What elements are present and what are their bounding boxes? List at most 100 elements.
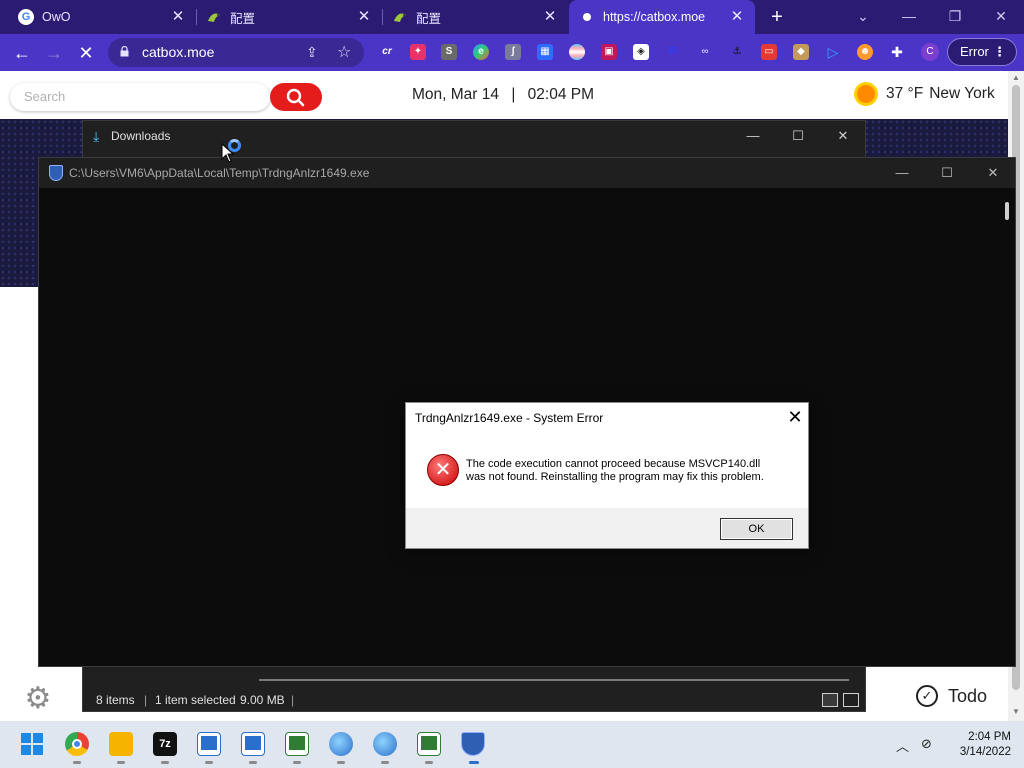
- dialog-close-button[interactable]: ✕: [785, 407, 805, 427]
- tab-catbox[interactable]: https://catbox.moe ✕: [569, 0, 755, 34]
- console-title: C:\Users\VM6\AppData\Local\Temp\TrdngAnl…: [69, 166, 370, 180]
- temperature-text: 37 °F: [886, 85, 924, 102]
- dialog-title: TrdngAnlzr1649.exe - System Error: [415, 411, 604, 425]
- extension-c-icon[interactable]: ◈: [633, 44, 649, 60]
- shield-icon[interactable]: [461, 732, 485, 756]
- status-size: 9.00 MB: [240, 693, 285, 707]
- running-indicator: [205, 761, 213, 764]
- explorer-titlebar[interactable]: ⤓ Downloads — ☐ ✕: [83, 121, 865, 151]
- console-titlebar[interactable]: C:\Users\VM6\AppData\Local\Temp\TrdngAnl…: [39, 158, 1015, 188]
- tab-search-chevron-icon[interactable]: ⌄: [851, 6, 875, 26]
- scroll-up-icon[interactable]: ▲: [1012, 73, 1020, 82]
- status-divider: |: [291, 693, 295, 707]
- app-window-icon[interactable]: [241, 732, 265, 756]
- ok-button[interactable]: OK: [720, 518, 793, 540]
- app-window-icon[interactable]: [417, 732, 441, 756]
- extension-image-icon[interactable]: ▣: [601, 44, 617, 60]
- tab-owo[interactable]: G OwO ✕: [8, 0, 196, 34]
- extension-link-icon[interactable]: ∞: [697, 44, 713, 60]
- forward-button[interactable]: →: [42, 41, 66, 65]
- tray-chevron-up-icon[interactable]: ︿: [896, 736, 909, 755]
- page-header: Search Mon, Mar 14 | 02:04 PM 37 °F New …: [0, 71, 1008, 119]
- time-text: 02:04 PM: [527, 86, 595, 103]
- browser-tabstrip: G OwO ✕ 配置 ✕ 配置 ✕ https://catbox.moe ✕ +…: [0, 0, 1024, 34]
- close-window-button[interactable]: ✕: [989, 6, 1013, 26]
- running-indicator: [337, 761, 345, 764]
- extension-e-icon[interactable]: e: [473, 44, 489, 60]
- extension-r-icon[interactable]: R: [665, 44, 681, 60]
- extension-j-icon[interactable]: ʃ: [505, 44, 521, 60]
- busy-spinner-icon: [228, 139, 241, 152]
- search-input[interactable]: Search: [10, 83, 270, 111]
- extension-cr-icon[interactable]: cr: [379, 44, 395, 60]
- extension-card-icon[interactable]: ▭: [761, 44, 777, 60]
- search-button[interactable]: [270, 83, 322, 111]
- status-divider: |: [144, 693, 148, 707]
- restore-button[interactable]: ❐: [943, 6, 967, 26]
- error-message-line-2: was not found. Reinstalling the program …: [466, 471, 764, 483]
- extensions-puzzle-icon[interactable]: ✚: [889, 44, 905, 60]
- tab-title: https://catbox.moe: [603, 10, 706, 24]
- network-icon[interactable]: ⊘: [921, 736, 932, 752]
- scroll-down-icon[interactable]: ▼: [1012, 707, 1020, 716]
- settings-gear-icon[interactable]: ⚙: [22, 683, 54, 715]
- extension-anchor-icon[interactable]: ⚓: [729, 44, 745, 60]
- error-button[interactable]: Error ⋮: [947, 38, 1017, 66]
- tab-title: 配置: [416, 11, 442, 26]
- explorer-statusbar: 8 items | 1 item selected 9.00 MB |: [83, 687, 865, 711]
- loading-dot-icon: [583, 13, 591, 21]
- todo-button[interactable]: ✓ Todo: [916, 685, 987, 707]
- globe-app-icon[interactable]: [373, 732, 397, 756]
- explorer-minimize-button[interactable]: —: [743, 127, 763, 145]
- system-error-dialog: TrdngAnlzr1649.exe - System Error ✕ ✕ Th…: [405, 402, 809, 549]
- extension-play-icon[interactable]: ▷: [825, 44, 841, 60]
- bookmark-star-icon[interactable]: ☆: [337, 42, 351, 62]
- close-icon[interactable]: ✕: [356, 9, 372, 25]
- shield-icon: [49, 165, 63, 181]
- app-window-icon[interactable]: [285, 732, 309, 756]
- search-icon: [286, 88, 305, 107]
- tab-config-2[interactable]: 配置 ✕: [382, 0, 568, 34]
- 7zip-icon[interactable]: 7z: [153, 732, 177, 756]
- close-icon[interactable]: ✕: [542, 9, 558, 25]
- taskbar-clock[interactable]: 2:04 PM 3/14/2022: [945, 730, 1011, 760]
- globe-app-icon[interactable]: [329, 732, 353, 756]
- extension-face-icon[interactable]: ☻: [857, 44, 873, 60]
- address-bar[interactable]: catbox.moe ⇪ ☆: [108, 38, 364, 67]
- share-icon[interactable]: ⇪: [306, 44, 318, 61]
- console-scroll-thumb[interactable]: [1005, 202, 1009, 220]
- sun-icon: [857, 85, 875, 103]
- console-minimize-button[interactable]: —: [892, 164, 912, 182]
- kebab-menu-icon[interactable]: ⋮: [993, 39, 1006, 65]
- todo-label: Todo: [948, 685, 988, 706]
- back-button[interactable]: ←: [10, 41, 34, 65]
- extension-pin-icon[interactable]: ✦: [410, 44, 426, 60]
- explorer-maximize-button[interactable]: ☐: [788, 127, 808, 145]
- stop-loading-button[interactable]: ✕: [74, 41, 98, 65]
- app-window-icon[interactable]: [197, 732, 221, 756]
- bird-icon: [394, 13, 406, 22]
- close-icon[interactable]: ✕: [170, 9, 186, 25]
- extension-grid-icon[interactable]: ▦: [537, 44, 553, 60]
- file-explorer-icon[interactable]: [109, 732, 133, 756]
- console-maximize-button[interactable]: ☐: [937, 164, 957, 182]
- minimize-button[interactable]: —: [897, 6, 921, 26]
- new-tab-button[interactable]: +: [767, 7, 787, 27]
- chrome-icon[interactable]: [65, 732, 89, 756]
- date-text: Mon, Mar 14: [412, 86, 500, 103]
- profile-avatar[interactable]: C: [921, 43, 939, 61]
- weather-widget[interactable]: 37 °F New York: [857, 85, 995, 103]
- extension-s-icon[interactable]: S: [441, 44, 457, 60]
- running-indicator: [249, 761, 257, 764]
- extension-pride-icon[interactable]: [569, 44, 585, 60]
- extension-box-icon[interactable]: ◆: [793, 44, 809, 60]
- console-close-button[interactable]: ✕: [983, 164, 1003, 182]
- horizontal-scrollbar[interactable]: [259, 679, 849, 681]
- details-view-icon[interactable]: [822, 693, 838, 707]
- thumbnail-view-icon[interactable]: [843, 693, 859, 707]
- tab-config-1[interactable]: 配置 ✕: [196, 0, 382, 34]
- close-icon[interactable]: ✕: [729, 9, 745, 25]
- explorer-close-button[interactable]: ✕: [833, 127, 853, 145]
- windows-start-icon[interactable]: [21, 733, 43, 755]
- dialog-footer: OK: [406, 508, 808, 548]
